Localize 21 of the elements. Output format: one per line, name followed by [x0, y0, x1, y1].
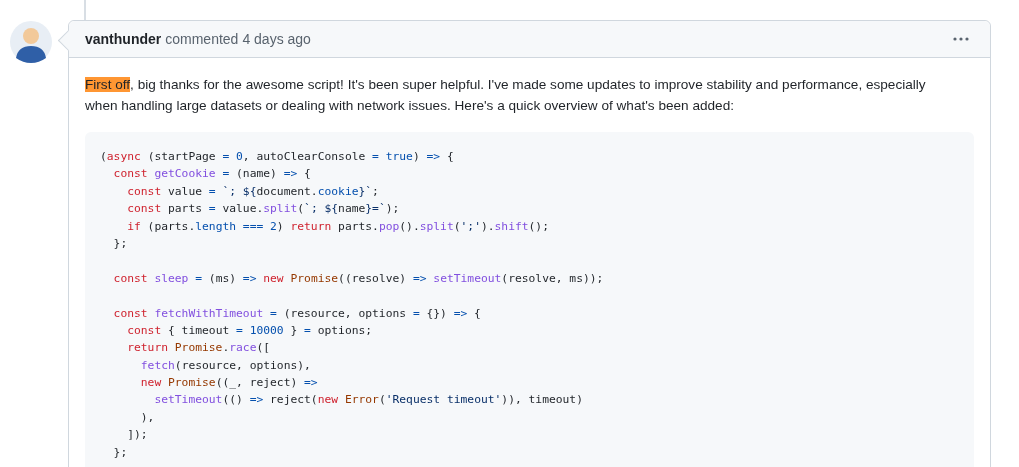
- code-line: const getCookie = (name) => {: [112, 166, 312, 183]
- timestamp-link[interactable]: 4 days ago: [242, 31, 311, 47]
- code-line: const parts = value.split(`; ${name}=`);: [126, 201, 401, 218]
- code-line: const fetchWithTimeout = (resource, options = {}) => {: [112, 305, 482, 322]
- code-line: const value = `; ${document.cookie}`;: [126, 183, 380, 200]
- code-line: const { timeout = 10000 } = options;: [126, 322, 374, 339]
- code-line: return Promise.race([: [126, 340, 272, 357]
- code-line: const sleep = (ms) => new Promise((resolve) => setTimeout(resolve, ms));: [112, 270, 605, 287]
- code-line: if (parts.length === 2) return parts.pop().split(';').shift();: [126, 218, 550, 235]
- code-line: ]);: [126, 427, 149, 444]
- code-line: new Promise((_, reject) =>: [139, 375, 319, 392]
- code-line: setTimeout(() => reject(new Error('Request timeout')), timeout): [153, 392, 584, 409]
- code-line: ),: [139, 409, 156, 426]
- comment-text: First off, big thanks for the awesome script! It's been super helpful. I've made some updates to improve stability and performance, especially when handling large datasets or dealing with network issues. Here's a quick overview of what's been added:: [85, 76, 927, 115]
- code-line: fetch(resource, options),: [139, 357, 312, 374]
- code-line: };: [112, 444, 129, 461]
- comment-action: commented: [165, 31, 239, 47]
- avatar[interactable]: [9, 20, 53, 64]
- code-line: (async (startPage = 0, autoClearConsole = true) => {: [100, 149, 455, 165]
- code-line: };: [112, 235, 129, 252]
- author-link[interactable]: vanthunder: [85, 31, 162, 47]
